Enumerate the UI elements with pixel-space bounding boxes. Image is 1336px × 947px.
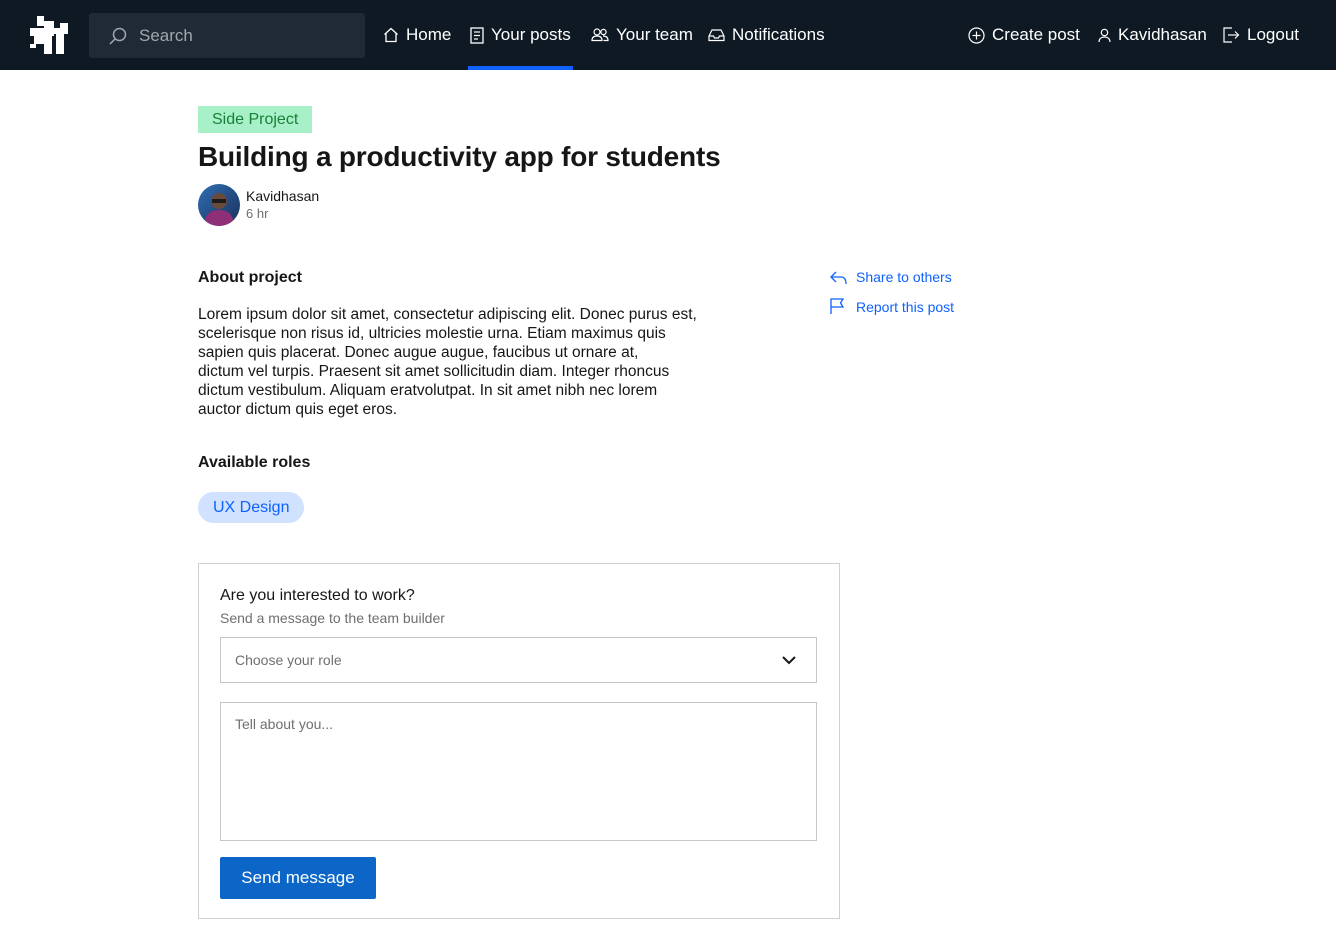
nav-your-posts[interactable]: Your posts xyxy=(468,0,573,70)
app-logo-icon[interactable] xyxy=(30,16,68,54)
create-post-label: Create post xyxy=(992,25,1080,44)
about-line: dictum vel turpis. Praesent sit amet sol… xyxy=(198,363,670,380)
user-icon xyxy=(1098,28,1111,42)
role-tag-ux-design[interactable]: UX Design xyxy=(198,492,305,523)
team-icon xyxy=(591,28,609,42)
post-title: Building a productivity app for students xyxy=(198,141,721,172)
logout-icon xyxy=(1223,27,1240,43)
apply-card-title: Are you interested to work? xyxy=(220,587,415,604)
about-line: dictum vestibulum. Aliquam eratvolutpat.… xyxy=(198,382,658,399)
message-placeholder: Tell about you... xyxy=(235,716,334,732)
message-textarea[interactable]: Tell about you... xyxy=(220,702,817,841)
chevron-down-icon xyxy=(782,656,796,665)
inbox-icon xyxy=(708,29,725,42)
nav-home-label: Home xyxy=(406,25,452,44)
user-profile-link[interactable]: Kavidhasan xyxy=(1098,0,1207,70)
role-select[interactable]: Choose your role xyxy=(220,637,817,683)
report-link[interactable]: Report this post xyxy=(829,298,954,315)
search-input[interactable]: Search xyxy=(89,13,365,58)
report-label: Report this post xyxy=(856,298,955,315)
search-placeholder: Search xyxy=(139,26,193,45)
flag-icon xyxy=(830,298,845,314)
author-name[interactable]: Kavidhasan xyxy=(246,188,319,204)
document-icon xyxy=(470,26,484,44)
logout-label: Logout xyxy=(1247,25,1299,44)
post-category-tag: Side Project xyxy=(198,106,313,133)
share-icon xyxy=(830,271,847,284)
search-icon xyxy=(109,27,127,45)
about-text: Lorem ipsum dolor sit amet, consectetur … xyxy=(198,305,758,419)
send-message-button[interactable]: Send message xyxy=(220,857,376,899)
about-heading: About project xyxy=(198,269,302,286)
nav-notifications[interactable]: Notifications xyxy=(708,0,825,70)
nav-your-team-label: Your team xyxy=(616,25,693,44)
role-select-placeholder: Choose your role xyxy=(235,652,342,668)
apply-card: Are you interested to work? Send a messa… xyxy=(198,563,840,919)
top-navbar: Search Home Your posts Your team Notific… xyxy=(0,0,1336,70)
roles-heading: Available roles xyxy=(198,454,311,471)
share-link[interactable]: Share to others xyxy=(829,269,952,285)
author-avatar[interactable] xyxy=(198,184,240,226)
post-time: 6 hr xyxy=(246,206,269,221)
create-post-button[interactable]: Create post xyxy=(968,0,1080,70)
nav-home[interactable]: Home xyxy=(383,0,451,70)
nav-your-posts-label: Your posts xyxy=(491,25,571,44)
about-line: scelerisque non risus id, ultricies mole… xyxy=(198,325,666,342)
add-circle-icon xyxy=(968,26,985,44)
about-line: auctor dictum quis eget eros. xyxy=(198,401,398,418)
logout-button[interactable]: Logout xyxy=(1223,0,1299,70)
user-name-label: Kavidhasan xyxy=(1118,25,1207,44)
share-label: Share to others xyxy=(856,269,952,285)
home-icon xyxy=(384,27,398,43)
about-line: Lorem ipsum dolor sit amet, consectetur … xyxy=(198,306,697,323)
nav-your-team[interactable]: Your team xyxy=(591,0,693,70)
nav-notifications-label: Notifications xyxy=(732,25,825,44)
about-line: sapien quis placerat. Donec augue augue,… xyxy=(198,344,639,361)
apply-card-subtitle: Send a message to the team builder xyxy=(220,610,445,626)
